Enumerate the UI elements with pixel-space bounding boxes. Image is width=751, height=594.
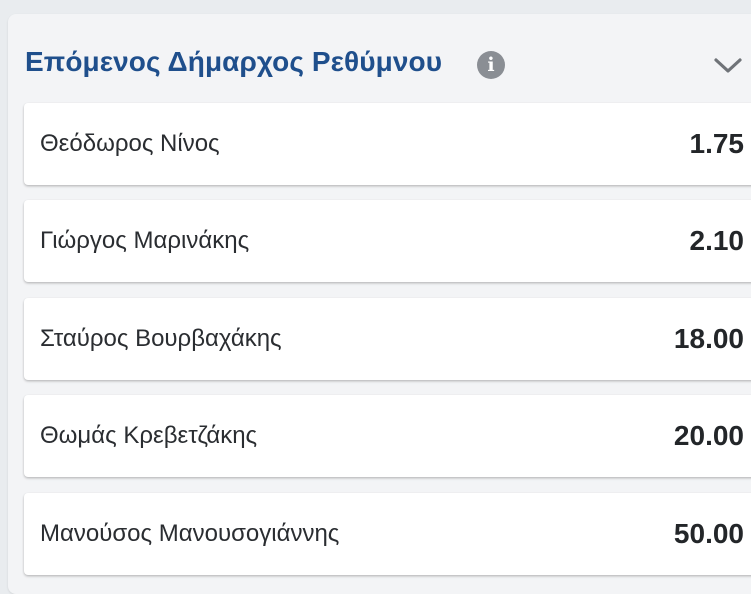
market-title: Επόμενος Δήμαρχος Ρεθύμνου [25, 46, 443, 77]
selection-row[interactable]: Θεόδωρος Νίνος 1.75 [24, 103, 751, 185]
selection-odds[interactable]: 18.00 [674, 298, 744, 380]
selection-odds[interactable]: 20.00 [674, 395, 744, 477]
selection-row[interactable]: Σταύρος Βουρβαχάκης 18.00 [24, 298, 751, 380]
selection-name: Θωμάς Κρεβετζάκης [40, 422, 258, 449]
selection-odds[interactable]: 50.00 [674, 493, 744, 575]
selection-odds[interactable]: 1.75 [690, 103, 745, 185]
chevron-down-icon[interactable] [713, 56, 743, 76]
selection-name: Γιώργος Μαρινάκης [40, 227, 250, 254]
selection-name: Θεόδωρος Νίνος [40, 130, 220, 157]
info-icon[interactable]: i [477, 51, 505, 79]
selection-row[interactable]: Θωμάς Κρεβετζάκης 20.00 [24, 395, 751, 477]
selection-row[interactable]: Γιώργος Μαρινάκης 2.10 [24, 200, 751, 282]
selection-name: Μανούσος Μανουσογιάννης [40, 520, 340, 547]
selection-name: Σταύρος Βουρβαχάκης [40, 325, 282, 352]
market-panel: Επόμενος Δήμαρχος Ρεθύμνου i Θεόδωρος Νί… [8, 14, 751, 594]
selection-odds[interactable]: 2.10 [690, 200, 745, 282]
market-header[interactable]: Επόμενος Δήμαρχος Ρεθύμνου i [8, 14, 751, 110]
selection-row[interactable]: Μανούσος Μανουσογιάννης 50.00 [24, 493, 751, 575]
